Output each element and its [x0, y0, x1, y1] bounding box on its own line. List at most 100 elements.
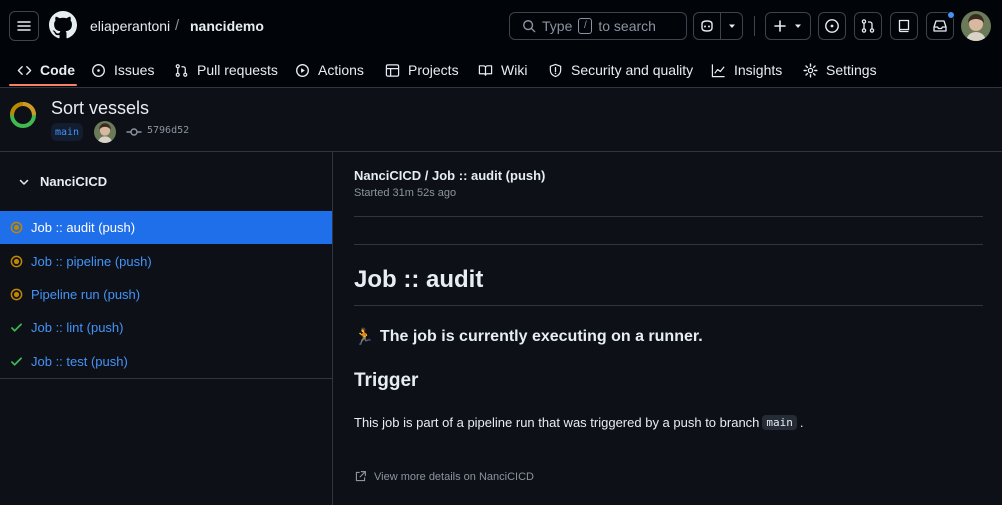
active-tab-indicator	[9, 84, 77, 86]
heading-underline	[354, 305, 983, 306]
issues-button[interactable]	[818, 12, 846, 40]
jobs-sidebar: NanciCICD Job :: audit (push) Job :: pip…	[0, 152, 333, 505]
code-icon	[17, 65, 32, 75]
issue-opened-icon	[92, 63, 105, 77]
tab-actions[interactable]: Actions	[295, 52, 364, 88]
search-input[interactable]: Type / to search	[509, 12, 687, 40]
triangle-down-icon	[795, 24, 801, 28]
search-icon	[523, 20, 536, 33]
search-suffix: to search	[598, 18, 656, 34]
trigger-text: This job is part of a pipeline run that …	[354, 415, 760, 430]
divider	[354, 216, 983, 217]
git-pull-request-icon	[861, 19, 875, 33]
breadcrumb-repo[interactable]: nancidemo	[190, 18, 264, 34]
repo-icon	[898, 19, 910, 33]
job-item[interactable]: Job :: audit (push)	[0, 211, 332, 245]
menu-button[interactable]	[9, 11, 39, 41]
tab-label: Actions	[318, 62, 364, 78]
job-started-time: Started 31m 52s ago	[354, 187, 457, 199]
tab-label: Pull requests	[197, 62, 278, 78]
tab-issues[interactable]: Issues	[91, 52, 154, 88]
tab-label: Code	[40, 62, 75, 78]
summary-heading: Job :: audit	[354, 266, 484, 293]
tab-wiki[interactable]: Wiki	[478, 52, 527, 88]
tab-insights[interactable]: Insights	[711, 52, 782, 88]
tab-label: Wiki	[501, 62, 528, 78]
copilot-button-group	[693, 12, 743, 40]
in-progress-icon	[10, 288, 23, 301]
graph-icon	[711, 63, 725, 77]
link-external-icon	[355, 471, 366, 482]
book-icon	[478, 64, 493, 76]
tab-security[interactable]: Security and quality	[548, 52, 693, 88]
job-status-message: 🏃 The job is currently executing on a ru…	[354, 327, 703, 347]
check-icon	[11, 323, 22, 332]
job-label: Job :: lint (push)	[31, 320, 124, 336]
job-item[interactable]: Job :: pipeline (push)	[0, 244, 332, 277]
trigger-description: This job is part of a pipeline run that …	[354, 415, 804, 430]
more-details-link[interactable]: View more details on NanciCICD	[354, 470, 534, 483]
inbox-icon	[933, 20, 947, 32]
job-item[interactable]: Pipeline run (push)	[0, 278, 332, 311]
notification-indicator	[947, 11, 955, 19]
job-summary: NanciCICD / Job :: audit (push) Started …	[333, 152, 1002, 505]
git-pull-request-icon	[175, 63, 188, 77]
user-avatar[interactable]	[961, 11, 991, 41]
copilot-button[interactable]	[694, 13, 722, 39]
tab-code[interactable]: Code	[17, 52, 75, 88]
repositories-button[interactable]	[890, 12, 918, 40]
tab-label: Insights	[734, 62, 783, 78]
job-label: Job :: test (push)	[31, 353, 128, 369]
status-text: The job is currently executing on a runn…	[379, 328, 703, 345]
commit-sha[interactable]: 5796d52	[147, 125, 189, 136]
trigger-heading: Trigger	[354, 370, 419, 391]
copilot-icon	[701, 20, 713, 32]
in-progress-status-icon	[10, 102, 36, 128]
tab-pull-requests[interactable]: Pull requests	[174, 52, 278, 88]
breadcrumb-owner[interactable]: eliaperantoni	[90, 18, 170, 34]
github-logo-icon[interactable]	[49, 11, 77, 39]
job-label: Job :: audit (push)	[31, 220, 136, 236]
job-item[interactable]: Job :: test (push)	[0, 345, 332, 378]
divider	[354, 244, 983, 245]
table-icon	[385, 63, 400, 77]
run-header: Sort vessels main 5796d52	[0, 88, 1002, 152]
tab-label: Settings	[826, 62, 877, 78]
pull-requests-button[interactable]	[854, 12, 882, 40]
repo-nav: Code Issues Pull requests Actions Projec…	[0, 52, 1002, 88]
workflow-name: NanciCICD	[40, 174, 108, 189]
triangle-down-icon	[728, 24, 735, 28]
header-divider	[754, 16, 755, 36]
more-details-label: View more details on NanciCICD	[374, 470, 534, 483]
trigger-text-end: .	[799, 415, 804, 430]
job-item[interactable]: Job :: lint (push)	[0, 311, 332, 344]
shield-icon	[549, 63, 562, 77]
job-list: Job :: audit (push) Job :: pipeline (pus…	[0, 211, 332, 378]
trigger-branch-code: main	[762, 415, 797, 430]
tab-label: Projects	[408, 62, 459, 78]
in-progress-icon	[10, 221, 23, 234]
job-label: Job :: pipeline (push)	[31, 253, 152, 269]
divider	[0, 378, 332, 379]
run-title: Sort vessels	[51, 98, 150, 118]
tab-label: Issues	[114, 62, 155, 78]
search-shortcut-key: /	[578, 18, 593, 34]
tab-label: Security and quality	[571, 62, 694, 78]
check-icon	[11, 357, 22, 366]
play-icon	[296, 63, 309, 77]
actor-avatar[interactable]	[94, 121, 116, 143]
hamburger-icon	[17, 21, 31, 31]
tab-projects[interactable]: Projects	[385, 52, 459, 88]
workflow-toggle[interactable]: NanciCICD	[0, 152, 332, 211]
branch-tag[interactable]: main	[51, 123, 84, 141]
in-progress-icon	[10, 255, 23, 267]
breadcrumb-separator: /	[175, 17, 180, 34]
gear-icon	[803, 62, 818, 78]
copilot-dropdown-button[interactable]	[721, 13, 742, 39]
global-header: eliaperantoni / nancidemo Type / to sear…	[0, 0, 1002, 88]
running-emoji-icon: 🏃	[354, 329, 374, 346]
tab-settings[interactable]: Settings	[803, 52, 877, 88]
search-prefix: Type	[542, 18, 573, 34]
job-path: NanciCICD / Job :: audit (push)	[354, 168, 546, 183]
create-new-button[interactable]	[765, 12, 811, 40]
